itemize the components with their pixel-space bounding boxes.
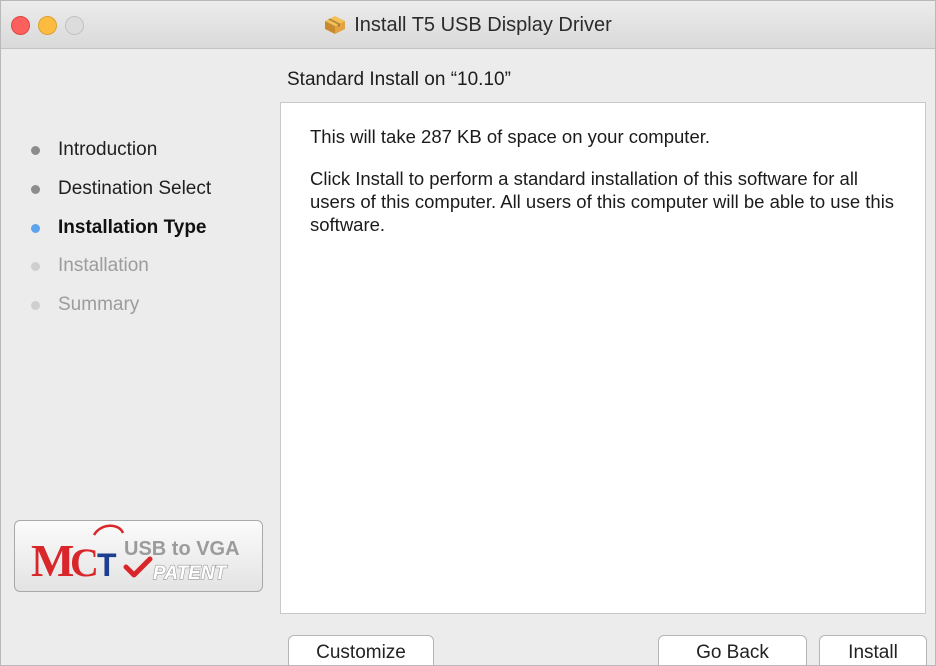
step-dot-icon — [31, 223, 40, 233]
step-introduction: Introduction — [31, 135, 157, 165]
step-label: Installation Type — [58, 217, 207, 238]
space-required-text: This will take 287 KB of space on your c… — [310, 126, 711, 147]
step-label: Installation — [58, 255, 149, 276]
step-summary: Summary — [31, 290, 139, 320]
logo-t-letter: T — [97, 547, 117, 583]
step-label: Destination Select — [58, 178, 212, 199]
install-info-panel: This will take 287 KB of space on your c… — [280, 102, 926, 614]
window-title: Install T5 USB Display Driver — [354, 13, 612, 36]
step-installation-type: Installation Type — [31, 213, 207, 243]
install-target-heading: Standard Install on “10.10” — [287, 69, 511, 90]
step-dot-icon — [31, 184, 40, 194]
customize-button[interactable]: Customize — [288, 635, 434, 665]
logo-c-letter: C — [70, 540, 99, 585]
step-dot-icon — [31, 261, 40, 271]
step-label: Introduction — [58, 139, 158, 160]
package-icon — [325, 16, 346, 34]
window-title-group: Install T5 USB Display Driver — [1, 1, 935, 49]
step-dot-icon — [31, 300, 40, 310]
step-installation: Installation — [31, 251, 149, 281]
install-button[interactable]: Install — [819, 635, 927, 665]
mct-logo-graphic: M C T USB to VGA PATENT — [31, 524, 240, 586]
logo-line2: PATENT — [153, 563, 228, 584]
logo-m-letter: M — [31, 535, 74, 586]
go-back-button[interactable]: Go Back — [658, 635, 807, 665]
check-icon — [123, 556, 153, 578]
install-description-text: Click Install to perform a standard inst… — [310, 168, 895, 235]
step-destination-select: Destination Select — [31, 174, 211, 204]
logo-line1: USB to VGA — [124, 538, 240, 560]
installer-window: Install T5 USB Display Driver Introducti… — [0, 0, 936, 666]
title-bar[interactable]: Install T5 USB Display Driver — [1, 1, 935, 49]
step-dot-icon — [31, 145, 40, 155]
mct-usb-to-vga-logo: M C T USB to VGA PATENT — [14, 520, 263, 592]
step-label: Summary — [58, 294, 140, 315]
